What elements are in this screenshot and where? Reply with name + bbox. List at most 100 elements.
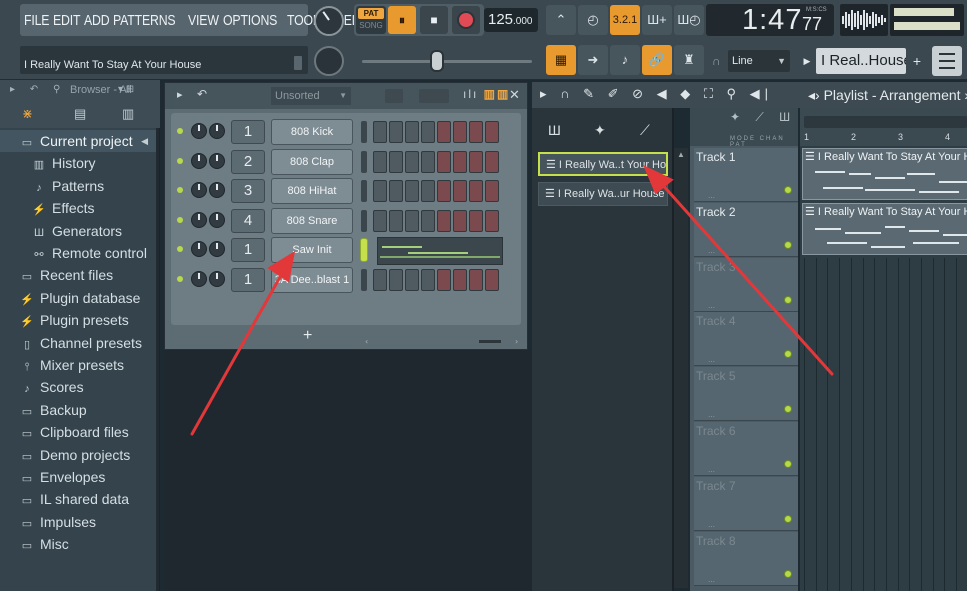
play-pause-button[interactable]: ⏸: [388, 6, 416, 34]
step-button[interactable]: [485, 209, 499, 232]
rack-undo-icon[interactable]: ↶: [197, 87, 207, 101]
master-volume-knob[interactable]: [314, 6, 344, 36]
step-button[interactable]: [421, 209, 435, 232]
browser-item[interactable]: Ш Generators: [0, 220, 156, 242]
pat-song-toggle[interactable]: PAT SONG: [356, 6, 386, 34]
channel-mixer-track[interactable]: 1: [231, 267, 265, 292]
track-header[interactable]: Track 3 ⋯: [694, 257, 798, 312]
browser-view-icons[interactable]: ⋇: [22, 106, 33, 122]
track-header-icons[interactable]: ✦ ⟋ Ш: [730, 110, 796, 125]
pattern-item[interactable]: ☰ I Really Wa..t Your House: [538, 152, 668, 176]
menu-options[interactable]: OPTIONS: [223, 12, 277, 29]
browser-item[interactable]: ⚯ Remote control: [0, 242, 156, 264]
track-mute-led[interactable]: [784, 186, 792, 194]
menu-patterns[interactable]: PATTERNS: [113, 12, 176, 29]
channel-mute-led[interactable]: [177, 157, 183, 164]
step-button[interactable]: [485, 121, 499, 143]
arrow-right-icon[interactable]: ➜: [578, 45, 608, 75]
step-button[interactable]: [437, 209, 451, 232]
step-button[interactable]: [421, 180, 435, 202]
step-button[interactable]: [405, 150, 419, 173]
automation-tab-icon[interactable]: ⟋: [640, 122, 650, 139]
channel-pan-knob[interactable]: [209, 152, 225, 169]
track-mute-led[interactable]: [784, 514, 792, 523]
track-header[interactable]: Track 1 ⋯: [694, 148, 798, 202]
step-button[interactable]: [389, 209, 403, 232]
step-button[interactable]: [421, 150, 435, 173]
step-button[interactable]: [453, 150, 467, 173]
playlist-title[interactable]: ◂› Playlist - Arrangement › I: [808, 87, 967, 104]
step-button[interactable]: [405, 180, 419, 202]
step-button[interactable]: [373, 209, 387, 232]
channel-volume-knob[interactable]: [191, 152, 207, 169]
channel-mixer-track[interactable]: 4: [231, 208, 265, 233]
browser-item[interactable]: ⚡ Plugin presets: [0, 309, 156, 331]
arrangement-grid[interactable]: 1 2 3 4 ☰ I Really Want To Stay At Your Hou…: [800, 108, 967, 591]
browser-item[interactable]: ▭ IL shared data: [0, 488, 156, 510]
channel-pan-knob[interactable]: [209, 211, 225, 228]
step-button[interactable]: [453, 209, 467, 232]
browser-item[interactable]: ▭ Misc: [0, 533, 156, 555]
swing-slider[interactable]: [419, 89, 449, 103]
master-slider-track[interactable]: [362, 60, 532, 63]
menu-add[interactable]: ADD: [84, 12, 110, 29]
channel-select-indicator[interactable]: [361, 239, 367, 261]
track-header[interactable]: Track 8 ⋯: [694, 531, 798, 586]
timeline-scrollbar[interactable]: [804, 116, 967, 128]
picker-scrollbar[interactable]: ▲: [674, 148, 688, 588]
channel-mixer-track[interactable]: 3: [231, 179, 265, 203]
step-button[interactable]: [405, 121, 419, 143]
channel-pan-knob[interactable]: [209, 241, 225, 257]
channel-mixer-track[interactable]: 2: [231, 149, 265, 174]
rack-menu-icon[interactable]: ▸: [177, 88, 183, 101]
audio-tab-icon[interactable]: ✦: [594, 122, 606, 139]
step-button[interactable]: [437, 121, 451, 143]
channel-select-indicator[interactable]: [361, 209, 367, 232]
metronome-icon[interactable]: ◴: [578, 5, 608, 35]
channel-select-indicator[interactable]: [361, 121, 367, 143]
step-button[interactable]: [389, 121, 403, 143]
file-icon[interactable]: ▤: [74, 106, 86, 122]
channel-volume-knob[interactable]: [191, 211, 207, 228]
channel-mute-led[interactable]: [177, 216, 183, 223]
channel-name-button[interactable]: 3A Dee..blast 1: [271, 266, 353, 293]
link-icon[interactable]: 🔗: [642, 45, 672, 75]
channel-name-button[interactable]: 808 Kick: [271, 119, 353, 145]
track-mute-led[interactable]: [784, 405, 792, 414]
track-header[interactable]: Track 6 ⋯: [694, 422, 798, 476]
browser-item[interactable]: ♪ Patterns: [0, 175, 156, 197]
step-button[interactable]: [373, 180, 387, 202]
step-button[interactable]: [405, 209, 419, 232]
step-button[interactable]: [453, 121, 467, 143]
step-button[interactable]: [373, 150, 387, 173]
countdown-icon[interactable]: 3.2.1: [610, 5, 640, 35]
browser-item[interactable]: ▭ Current project ◀: [0, 130, 156, 152]
pattern-clip[interactable]: ☰ I Really Want To Stay At Your House: [802, 203, 967, 255]
channel-pan-knob[interactable]: [209, 270, 225, 287]
track-header[interactable]: Track 5 ⋯: [694, 367, 798, 422]
step-button[interactable]: [469, 268, 483, 291]
channel-mute-led[interactable]: [177, 246, 183, 252]
stop-button[interactable]: ■: [420, 6, 448, 34]
master-pitch-knob[interactable]: [314, 46, 344, 76]
channel-select-indicator[interactable]: [361, 180, 367, 202]
master-slider-thumb[interactable]: [430, 50, 444, 72]
piano-roll-icon[interactable]: ♪: [610, 45, 640, 75]
track-header[interactable]: Track 2 ⋯: [694, 202, 798, 257]
menu-view[interactable]: VIEW: [188, 12, 219, 29]
playlist-tool-icons[interactable]: ▸ ∩ ✎ ✐ ⊘ ◀ ◆ ⛶ ⚲ ◀|: [540, 86, 773, 102]
rack-scrollbar[interactable]: ‹ ›: [365, 337, 525, 345]
plugin-icon[interactable]: ♜: [674, 45, 704, 75]
browser-item[interactable]: ▭ Envelopes: [0, 466, 156, 488]
step-button[interactable]: [453, 268, 467, 291]
step-button[interactable]: [421, 268, 435, 291]
pattern-selector[interactable]: I Real..House: [816, 48, 906, 74]
track-mute-led[interactable]: [784, 240, 792, 249]
chevron-up-icon[interactable]: ▲: [677, 150, 685, 159]
browser-item[interactable]: ⚡ Plugin database: [0, 287, 156, 309]
collapse-icon[interactable]: ◀: [141, 130, 148, 152]
step-button[interactable]: [485, 268, 499, 291]
channel-volume-knob[interactable]: [191, 182, 207, 198]
channel-name-button[interactable]: 808 HiHat: [271, 178, 353, 204]
step-button[interactable]: [373, 268, 387, 291]
